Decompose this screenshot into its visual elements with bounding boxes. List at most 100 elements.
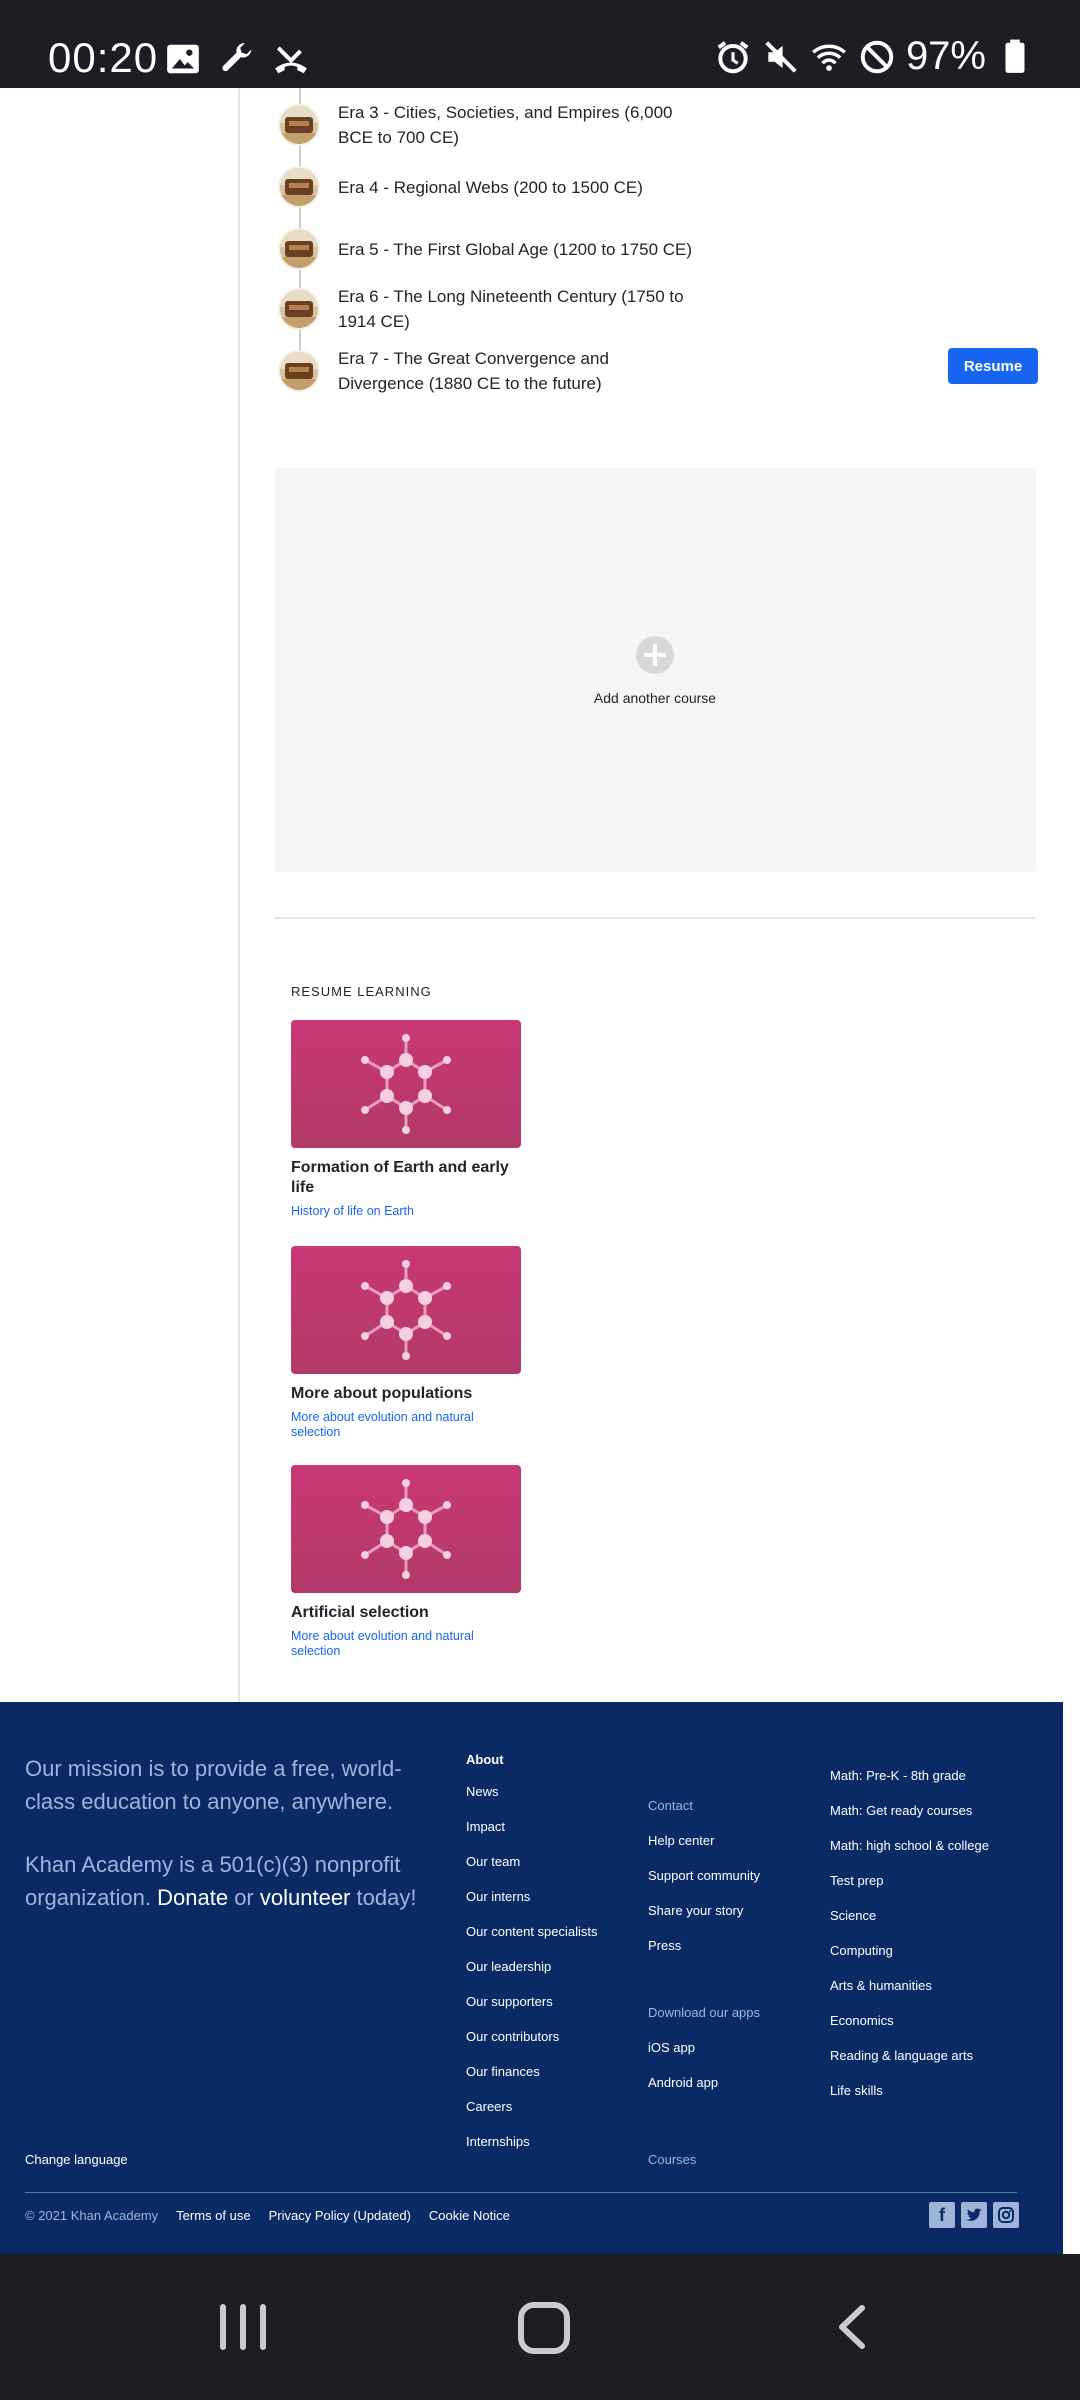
copyright: © 2021 Khan Academy [25,2208,159,2223]
molecule-illustration [291,1246,521,1374]
resume-card[interactable]: More about populations More about evolut… [291,1246,521,1440]
terms-link[interactable]: Terms of use [176,2208,250,2223]
footer-subject-link[interactable]: Test prep [830,1873,989,1888]
card-subtitle-link[interactable]: History of life on Earth [291,1204,521,1219]
instagram-icon[interactable] [993,2202,1019,2228]
wifi-icon [811,44,846,71]
or-text: or [234,1885,254,1910]
footer-link-press[interactable]: Press [648,1938,760,1953]
volunteer-link[interactable]: volunteer [260,1885,351,1910]
molecule-illustration [291,1020,521,1148]
era-thumbnail [278,228,320,270]
footer-link-android-app[interactable]: Android app [648,2075,760,2090]
nonprofit-text: Khan Academy is a 501(c)(3) nonprofit or… [25,1848,445,1914]
footer-link-impact[interactable]: Impact [466,1819,598,1834]
era-item[interactable]: Era 4 - Regional Webs (200 to 1500 CE) [278,166,1038,208]
era-label: Era 6 - The Long Nineteenth Century (175… [338,287,684,331]
footer-link-finances[interactable]: Our finances [466,2064,598,2079]
resume-card[interactable]: Artificial selection More about evolutio… [291,1465,521,1659]
footer-link-leadership[interactable]: Our leadership [466,1959,598,1974]
footer-subject-link[interactable]: Math: Get ready courses [830,1803,989,1818]
about-heading[interactable]: About [466,1752,598,1767]
donate-link[interactable]: Donate [157,1885,228,1910]
battery-percent: 97% [905,34,986,78]
resume-learning-heading: RESUME LEARNING [291,984,432,999]
footer-link-our-interns[interactable]: Our interns [466,1889,598,1904]
footer-link-ios-app[interactable]: iOS app [648,2040,760,2055]
main-content: Era 3 - Cities, Societies, and Empires (… [0,88,1080,1702]
wrench-icon [222,43,252,72]
footer-subject-link[interactable]: Computing [830,1943,989,1958]
facebook-icon[interactable]: f [929,2202,955,2228]
footer-link-help-center[interactable]: Help center [648,1833,760,1848]
footer-link-careers[interactable]: Careers [466,2099,598,2114]
era-item[interactable]: Era 3 - Cities, Societies, and Empires (… [278,100,1038,150]
era-thumbnail [278,288,320,330]
twitter-icon[interactable] [961,2202,987,2228]
cookie-link[interactable]: Cookie Notice [429,2208,510,2223]
back-icon[interactable] [830,2304,876,2350]
add-course-label: Add another course [593,690,717,706]
site-footer: Our mission is to provide a free, world-… [0,1702,1063,2254]
era-item[interactable]: Era 7 - The Great Convergence and Diverg… [278,346,1038,396]
today-text: today! [356,1885,417,1910]
footer-contact-column: Contact Help center Support community Sh… [648,1798,760,2090]
footer-link-content-specialists[interactable]: Our content specialists [466,1924,598,1939]
footer-subject-link[interactable]: Life skills [830,2083,989,2098]
status-bar: 00:20 97% [0,0,1080,88]
resume-card[interactable]: Formation of Earth and early life Histor… [291,1020,521,1219]
footer-subjects-column: Math: Pre-K - 8th grade Math: Get ready … [830,1768,989,2098]
privacy-link[interactable]: Privacy Policy (Updated) [269,2208,411,2223]
change-language-link[interactable]: Change language [25,2152,128,2167]
era-thumbnail [278,350,320,392]
footer-subject-link[interactable]: Arts & humanities [830,1978,989,1993]
era-thumbnail [278,104,320,146]
footer-divider [25,2192,1017,2193]
image-icon [167,44,199,74]
status-time: 00:20 [48,34,159,81]
footer-subject-link[interactable]: Math: Pre-K - 8th grade [830,1768,989,1783]
era-item[interactable]: Era 6 - The Long Nineteenth Century (175… [278,284,1038,334]
era-label: Era 7 - The Great Convergence and Diverg… [338,349,609,393]
section-divider [274,917,1036,919]
add-course-card[interactable]: Add another course [274,468,1036,872]
footer-subject-link[interactable]: Economics [830,2013,989,2028]
era-thumbnail [278,166,320,208]
footer-link-contributors[interactable]: Our contributors [466,2029,598,2044]
battery-icon [1005,39,1025,73]
molecule-illustration [291,1465,521,1593]
card-subtitle-link[interactable]: More about evolution and natural selecti… [291,1410,521,1440]
mute-icon [765,40,797,73]
home-icon[interactable] [518,2302,570,2354]
footer-subject-link[interactable]: Math: high school & college [830,1838,989,1853]
footer-link-supporters[interactable]: Our supporters [466,1994,598,2009]
era-item[interactable]: Era 5 - The First Global Age (1200 to 17… [278,228,1038,270]
resume-button[interactable]: Resume [948,348,1038,384]
footer-link-support-community[interactable]: Support community [648,1868,760,1883]
system-nav-bar [0,2254,1080,2400]
footer-link-our-team[interactable]: Our team [466,1854,598,1869]
apps-heading: Download our apps [648,2005,761,2020]
courses-toggle[interactable]: Courses [648,2152,696,2167]
card-title: Artificial selection [291,1604,429,1621]
footer-link-internships[interactable]: Internships [466,2134,598,2149]
footer-link-share-story[interactable]: Share your story [648,1903,760,1918]
footer-link-news[interactable]: News [466,1784,598,1799]
era-label: Era 3 - Cities, Societies, and Empires (… [338,103,673,147]
footer-subject-link[interactable]: Reading & language arts [830,2048,989,2063]
footer-subject-link[interactable]: Science [830,1908,989,1923]
legal-links: © 2021 Khan Academy Terms of use Privacy… [25,2208,510,2223]
social-links: f [929,2202,1019,2228]
card-title: More about populations [291,1385,473,1402]
sidebar-divider [238,88,240,1702]
contact-heading: Contact [648,1798,693,1813]
mission-text: Our mission is to provide a free, world-… [25,1756,402,1814]
recents-icon[interactable] [220,2304,266,2350]
do-not-disturb-icon [860,40,894,73]
missed-call-icon [275,46,307,74]
plus-icon [636,636,674,674]
alarm-icon [717,40,749,73]
mission-statement: Our mission is to provide a free, world-… [25,1752,445,1944]
card-subtitle-link[interactable]: More about evolution and natural selecti… [291,1629,521,1659]
card-title: Formation of Earth and early life [291,1159,509,1196]
